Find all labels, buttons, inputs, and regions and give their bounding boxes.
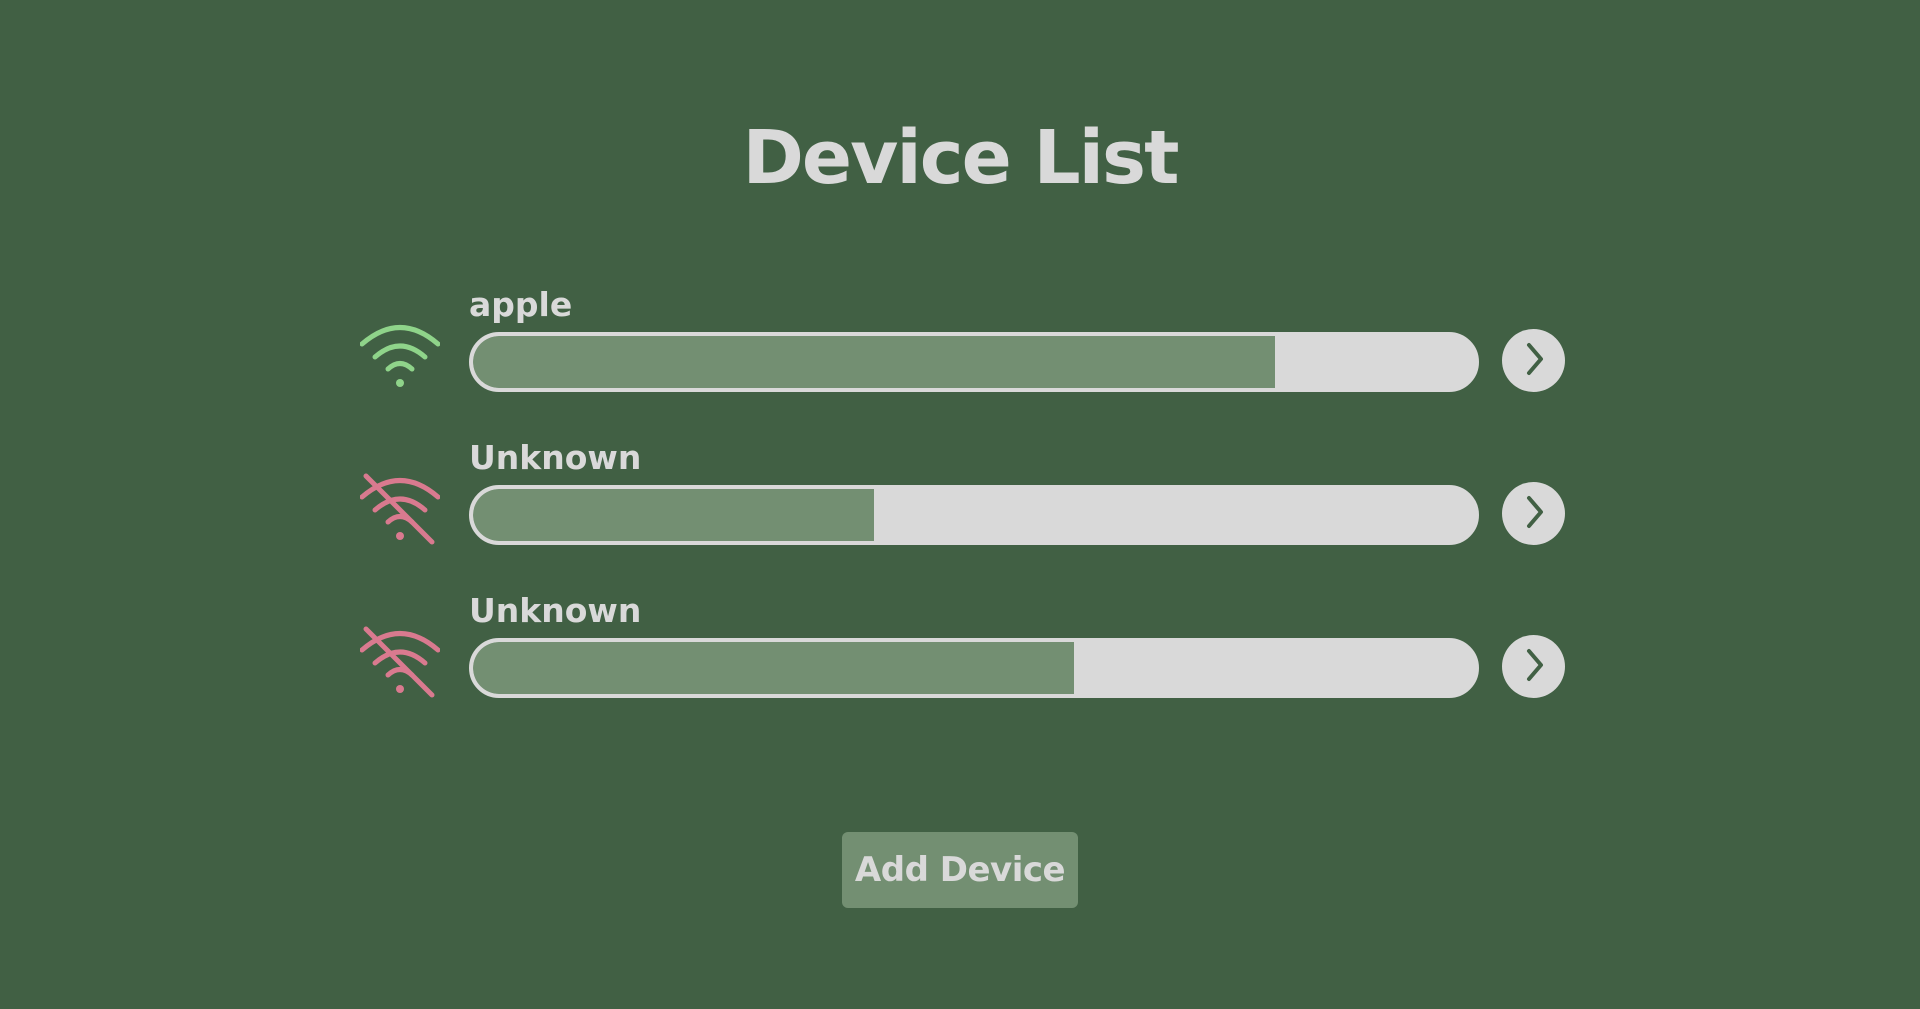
device-name: apple bbox=[469, 285, 573, 324]
wifi-icon bbox=[359, 317, 441, 397]
device-progress-bar bbox=[469, 638, 1479, 698]
device-progress-fill bbox=[473, 642, 1075, 694]
device-name: Unknown bbox=[469, 591, 642, 630]
open-device-button[interactable] bbox=[1502, 482, 1565, 545]
device-progress-fill bbox=[473, 489, 874, 541]
chevron-right-icon bbox=[1519, 647, 1549, 686]
add-device-button[interactable]: Add Device bbox=[842, 832, 1078, 908]
device-progress-bar bbox=[469, 485, 1479, 545]
device-progress-bar bbox=[469, 332, 1479, 392]
device-row: apple bbox=[359, 285, 1570, 438]
device-list-page: Device List apple Unknown Unknown Add De… bbox=[0, 0, 1920, 1009]
device-row: Unknown bbox=[359, 438, 1570, 591]
open-device-button[interactable] bbox=[1502, 329, 1565, 392]
wifi-off-icon bbox=[359, 623, 441, 703]
chevron-right-icon bbox=[1519, 341, 1549, 380]
device-row: Unknown bbox=[359, 591, 1570, 744]
open-device-button[interactable] bbox=[1502, 635, 1565, 698]
page-title: Device List bbox=[742, 115, 1180, 201]
device-progress-fill bbox=[473, 336, 1275, 388]
wifi-off-icon bbox=[359, 470, 441, 550]
device-list: apple Unknown Unknown bbox=[359, 285, 1570, 744]
device-name: Unknown bbox=[469, 438, 642, 477]
chevron-right-icon bbox=[1519, 494, 1549, 533]
